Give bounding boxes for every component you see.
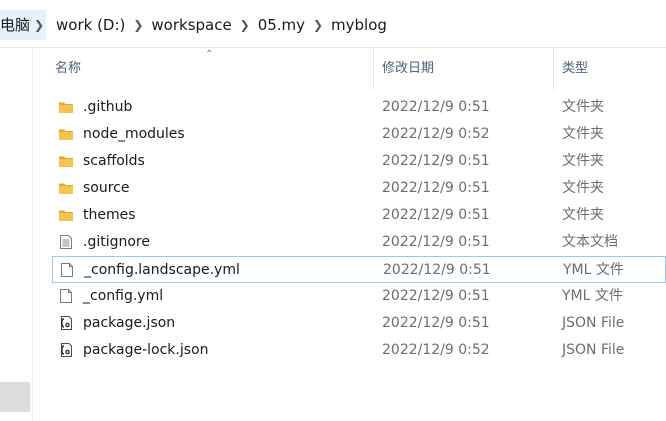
file-list: .github 2022/12/9 0:51 文件夹 node_modules 2022… xyxy=(52,94,666,364)
column-header-type[interactable]: 类型 xyxy=(553,48,666,90)
breadcrumb-item-myblog[interactable]: myblog xyxy=(327,16,391,34)
blank-file-icon xyxy=(59,262,75,278)
file-name: .github xyxy=(83,99,133,115)
file-row[interactable]: .gitignore 2022/12/9 0:51 文本文档 xyxy=(52,229,666,256)
blank-file-icon xyxy=(58,288,74,304)
file-name: source xyxy=(83,180,130,196)
file-name: themes xyxy=(83,207,136,223)
file-row[interactable]: _config.yml 2022/12/9 0:51 YML 文件 xyxy=(52,283,666,310)
chevron-right-icon[interactable]: ❯ xyxy=(32,10,47,40)
json-file-icon xyxy=(58,342,74,358)
file-name: _config.yml xyxy=(83,288,164,304)
file-type: 文件夹 xyxy=(562,180,604,196)
file-row[interactable]: themes 2022/12/9 0:51 文件夹 xyxy=(52,202,666,229)
file-row[interactable]: .github 2022/12/9 0:51 文件夹 xyxy=(52,94,666,121)
file-date-modified: 2022/12/9 0:51 xyxy=(382,234,490,250)
file-type: JSON File xyxy=(562,315,625,331)
chevron-right-icon[interactable]: ❯ xyxy=(309,18,327,32)
file-name: _config.landscape.yml xyxy=(84,262,240,278)
file-name: node_modules xyxy=(83,126,185,142)
file-type: 文件夹 xyxy=(562,207,604,223)
address-bar[interactable]: 电脑 ❯ work (D:) ❯ workspace ❯ 05.my ❯ myb… xyxy=(0,0,666,48)
breadcrumb-item-this-pc[interactable]: 电脑 xyxy=(0,10,33,40)
folder-icon xyxy=(58,99,74,115)
breadcrumb-item-workspace[interactable]: workspace xyxy=(147,16,235,34)
chevron-right-icon[interactable]: ❯ xyxy=(236,18,254,32)
file-name: .gitignore xyxy=(83,234,150,250)
file-row[interactable]: package-lock.json 2022/12/9 0:52 JSON File xyxy=(52,337,666,364)
navigation-pane-scrollbar[interactable] xyxy=(0,382,30,412)
file-date-modified: 2022/12/9 0:51 xyxy=(382,153,490,169)
file-type: 文件夹 xyxy=(562,153,604,169)
file-date-modified: 2022/12/9 0:51 xyxy=(383,262,491,278)
folder-icon xyxy=(58,180,74,196)
file-name: package-lock.json xyxy=(83,342,209,358)
file-type: 文件夹 xyxy=(562,126,604,142)
file-row[interactable]: source 2022/12/9 0:51 文件夹 xyxy=(52,175,666,202)
folder-icon xyxy=(58,126,74,142)
file-type: YML 文件 xyxy=(562,288,623,304)
file-name: package.json xyxy=(83,315,176,331)
column-header-bar: ⌃ 名称 修改日期 类型 xyxy=(33,48,666,90)
folder-icon xyxy=(58,153,74,169)
file-row[interactable]: scaffolds 2022/12/9 0:51 文件夹 xyxy=(52,148,666,175)
file-type: 文件夹 xyxy=(562,99,604,115)
column-header-date-modified[interactable]: 修改日期 xyxy=(373,48,551,90)
file-name: scaffolds xyxy=(83,153,145,169)
file-date-modified: 2022/12/9 0:51 xyxy=(382,207,490,223)
folder-icon xyxy=(58,207,74,223)
json-file-icon xyxy=(58,315,74,331)
file-date-modified: 2022/12/9 0:52 xyxy=(382,126,490,142)
chevron-right-icon[interactable]: ❯ xyxy=(129,18,147,32)
file-row[interactable]: node_modules 2022/12/9 0:52 文件夹 xyxy=(52,121,666,148)
file-type: 文本文档 xyxy=(562,234,618,250)
breadcrumb-item-work-drive[interactable]: work (D:) xyxy=(52,16,129,34)
file-date-modified: 2022/12/9 0:52 xyxy=(382,342,490,358)
breadcrumb: 电脑 ❯ work (D:) ❯ workspace ❯ 05.my ❯ myb… xyxy=(0,10,391,40)
file-date-modified: 2022/12/9 0:51 xyxy=(382,288,490,304)
breadcrumb-item-05-my[interactable]: 05.my xyxy=(254,16,309,34)
column-header-name[interactable]: 名称 xyxy=(47,48,381,90)
navigation-pane[interactable] xyxy=(0,48,33,421)
file-date-modified: 2022/12/9 0:51 xyxy=(382,180,490,196)
file-type: JSON File xyxy=(562,342,625,358)
file-date-modified: 2022/12/9 0:51 xyxy=(382,99,490,115)
file-date-modified: 2022/12/9 0:51 xyxy=(382,315,490,331)
file-row[interactable]: package.json 2022/12/9 0:51 JSON File xyxy=(52,310,666,337)
file-row[interactable]: _config.landscape.yml 2022/12/9 0:51 YML 文… xyxy=(52,256,666,283)
file-type: YML 文件 xyxy=(563,262,624,278)
text-document-icon xyxy=(58,234,74,250)
